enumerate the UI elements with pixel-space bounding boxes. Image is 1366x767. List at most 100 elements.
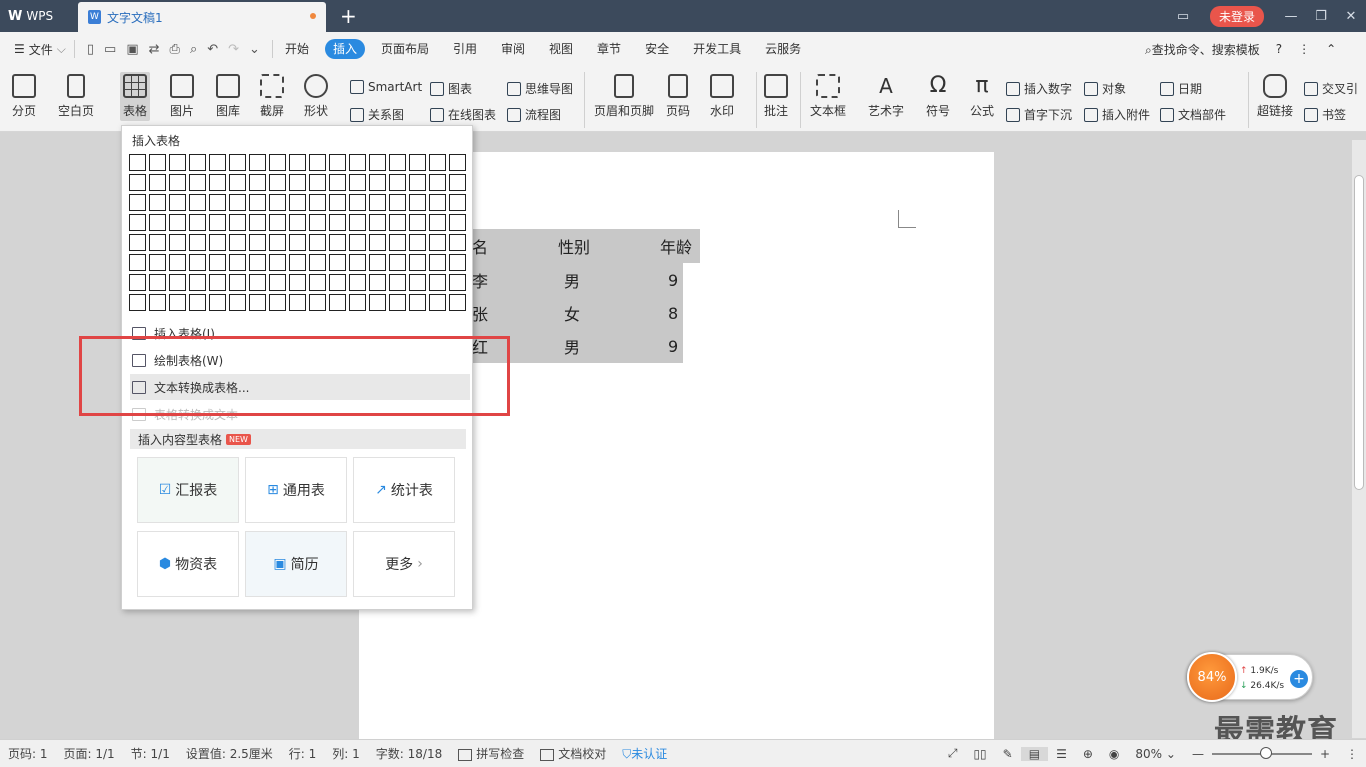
zoom-select[interactable]: 80% ⌄ [1127,747,1184,761]
table-grid-cell[interactable] [269,154,286,171]
template-general[interactable]: ⊞ 通用表 [245,457,347,523]
table-grid-cell[interactable] [149,274,166,291]
tab-developer[interactable]: 开发工具 [681,32,753,66]
table-grid-cell[interactable] [289,174,306,191]
table-grid-cell[interactable] [389,214,406,231]
table-grid-cell[interactable] [169,174,186,191]
table-grid-cell[interactable] [289,214,306,231]
table-grid-cell[interactable] [149,154,166,171]
table-grid-cell[interactable] [389,154,406,171]
tab-view[interactable]: 视图 [537,32,585,66]
header-footer-button[interactable]: 页眉和页脚 [594,74,654,119]
screenshot-button[interactable]: 截屏 [260,74,284,119]
drop-cap-button[interactable]: 首字下沉 [1006,106,1072,123]
table-grid-cell[interactable] [429,254,446,271]
table-grid-cell[interactable] [429,214,446,231]
template-more[interactable]: 更多 › [353,531,455,597]
file-menu[interactable]: ☰ 文件 ⌵ [0,41,74,58]
table-grid-cell[interactable] [249,194,266,211]
edit-view-icon[interactable]: ✎ [995,747,1021,761]
shape-button[interactable]: 形状 [304,74,328,119]
template-supplies[interactable]: ⬢ 物资表 [137,531,239,597]
table-grid-cell[interactable] [249,254,266,271]
hyperlink-button[interactable]: 超链接 [1257,74,1293,119]
table-grid-cell[interactable] [169,234,186,251]
table-grid-cell[interactable] [169,254,186,271]
table-grid-cell[interactable] [449,214,466,231]
status-words[interactable]: 字数: 18/18 [368,745,450,762]
table-grid-cell[interactable] [369,254,386,271]
print-preview-icon[interactable]: ⌕ [190,42,197,57]
table-grid-cell[interactable] [269,234,286,251]
eye-protect-icon[interactable]: ◉ [1101,747,1127,761]
table-grid-cell[interactable] [269,174,286,191]
table-row[interactable]: 李 男 9 [472,263,683,297]
table-grid-cell[interactable] [209,194,226,211]
zoom-in-icon[interactable]: + [1312,747,1338,761]
minimize-icon[interactable]: — [1276,0,1306,32]
table-grid-cell[interactable] [329,194,346,211]
table-grid-cell[interactable] [369,234,386,251]
gallery-button[interactable]: 图库 [216,74,240,119]
table-grid-cell[interactable] [229,214,246,231]
table-row[interactable]: 张 女 8 [472,296,683,330]
table-grid-cell[interactable] [209,214,226,231]
template-statistics[interactable]: ↗ 统计表 [353,457,455,523]
table-grid-cell[interactable] [249,294,266,311]
table-grid-cell[interactable] [129,274,146,291]
flowchart-button[interactable]: 流程图 [507,106,561,123]
table-grid-cell[interactable] [289,194,306,211]
table-grid-cell[interactable] [409,194,426,211]
wps-home-tab[interactable]: W WPS [0,0,75,32]
table-grid-cell[interactable] [349,214,366,231]
table-grid-cell[interactable] [409,214,426,231]
table-grid-cell[interactable] [209,254,226,271]
page-break-button[interactable]: 分页 [12,74,36,119]
web-view-icon[interactable]: ⊕ [1075,747,1101,761]
table-grid-cell[interactable] [329,174,346,191]
wordart-button[interactable]: A 艺术字 [868,74,904,119]
table-grid-cell[interactable] [269,254,286,271]
tab-security[interactable]: 安全 [633,32,681,66]
tab-review[interactable]: 审阅 [489,32,537,66]
reading-mode-icon[interactable]: ▭ [1168,0,1198,32]
table-grid-cell[interactable] [429,194,446,211]
table-grid-cell[interactable] [289,274,306,291]
certification-button[interactable]: ⛉未认证 [614,745,675,762]
table-grid-cell[interactable] [409,274,426,291]
table-grid-cell[interactable] [169,294,186,311]
table-grid-cell[interactable] [369,214,386,231]
textbox-button[interactable]: 文本框 [810,74,846,119]
table-grid-cell[interactable] [229,234,246,251]
table-grid-cell[interactable] [309,254,326,271]
table-grid-cell[interactable] [369,154,386,171]
table-grid-cell[interactable] [189,234,206,251]
table-grid-cell[interactable] [329,154,346,171]
table-grid-cell[interactable] [329,294,346,311]
insert-number-button[interactable]: 插入数字 [1006,80,1072,97]
table-grid-cell[interactable] [249,234,266,251]
table-grid-cell[interactable] [309,194,326,211]
table-grid-cell[interactable] [369,274,386,291]
table-grid-cell[interactable] [449,174,466,191]
table-grid-cell[interactable] [309,174,326,191]
tab-page-layout[interactable]: 页面布局 [369,32,441,66]
table-grid-cell[interactable] [309,234,326,251]
tab-chapter[interactable]: 章节 [585,32,633,66]
smartart-button[interactable]: SmartArt [350,80,422,94]
tab-insert[interactable]: 插入 [324,39,365,59]
table-grid-cell[interactable] [249,174,266,191]
table-grid-cell[interactable] [449,234,466,251]
table-grid-cell[interactable] [429,294,446,311]
table-grid-cell[interactable] [269,274,286,291]
mind-map-button[interactable]: 思维导图 [507,80,573,97]
outline-view-icon[interactable]: ☰ [1048,747,1075,761]
table-grid-cell[interactable] [389,234,406,251]
table-grid-cell[interactable] [389,274,406,291]
scrollbar-thumb[interactable] [1354,175,1364,490]
more-icon[interactable]: ⋮ [1298,42,1310,56]
table-grid-cell[interactable] [169,154,186,171]
table-grid-cell[interactable] [349,254,366,271]
table-grid-cell[interactable] [229,294,246,311]
table-grid-cell[interactable] [449,194,466,211]
